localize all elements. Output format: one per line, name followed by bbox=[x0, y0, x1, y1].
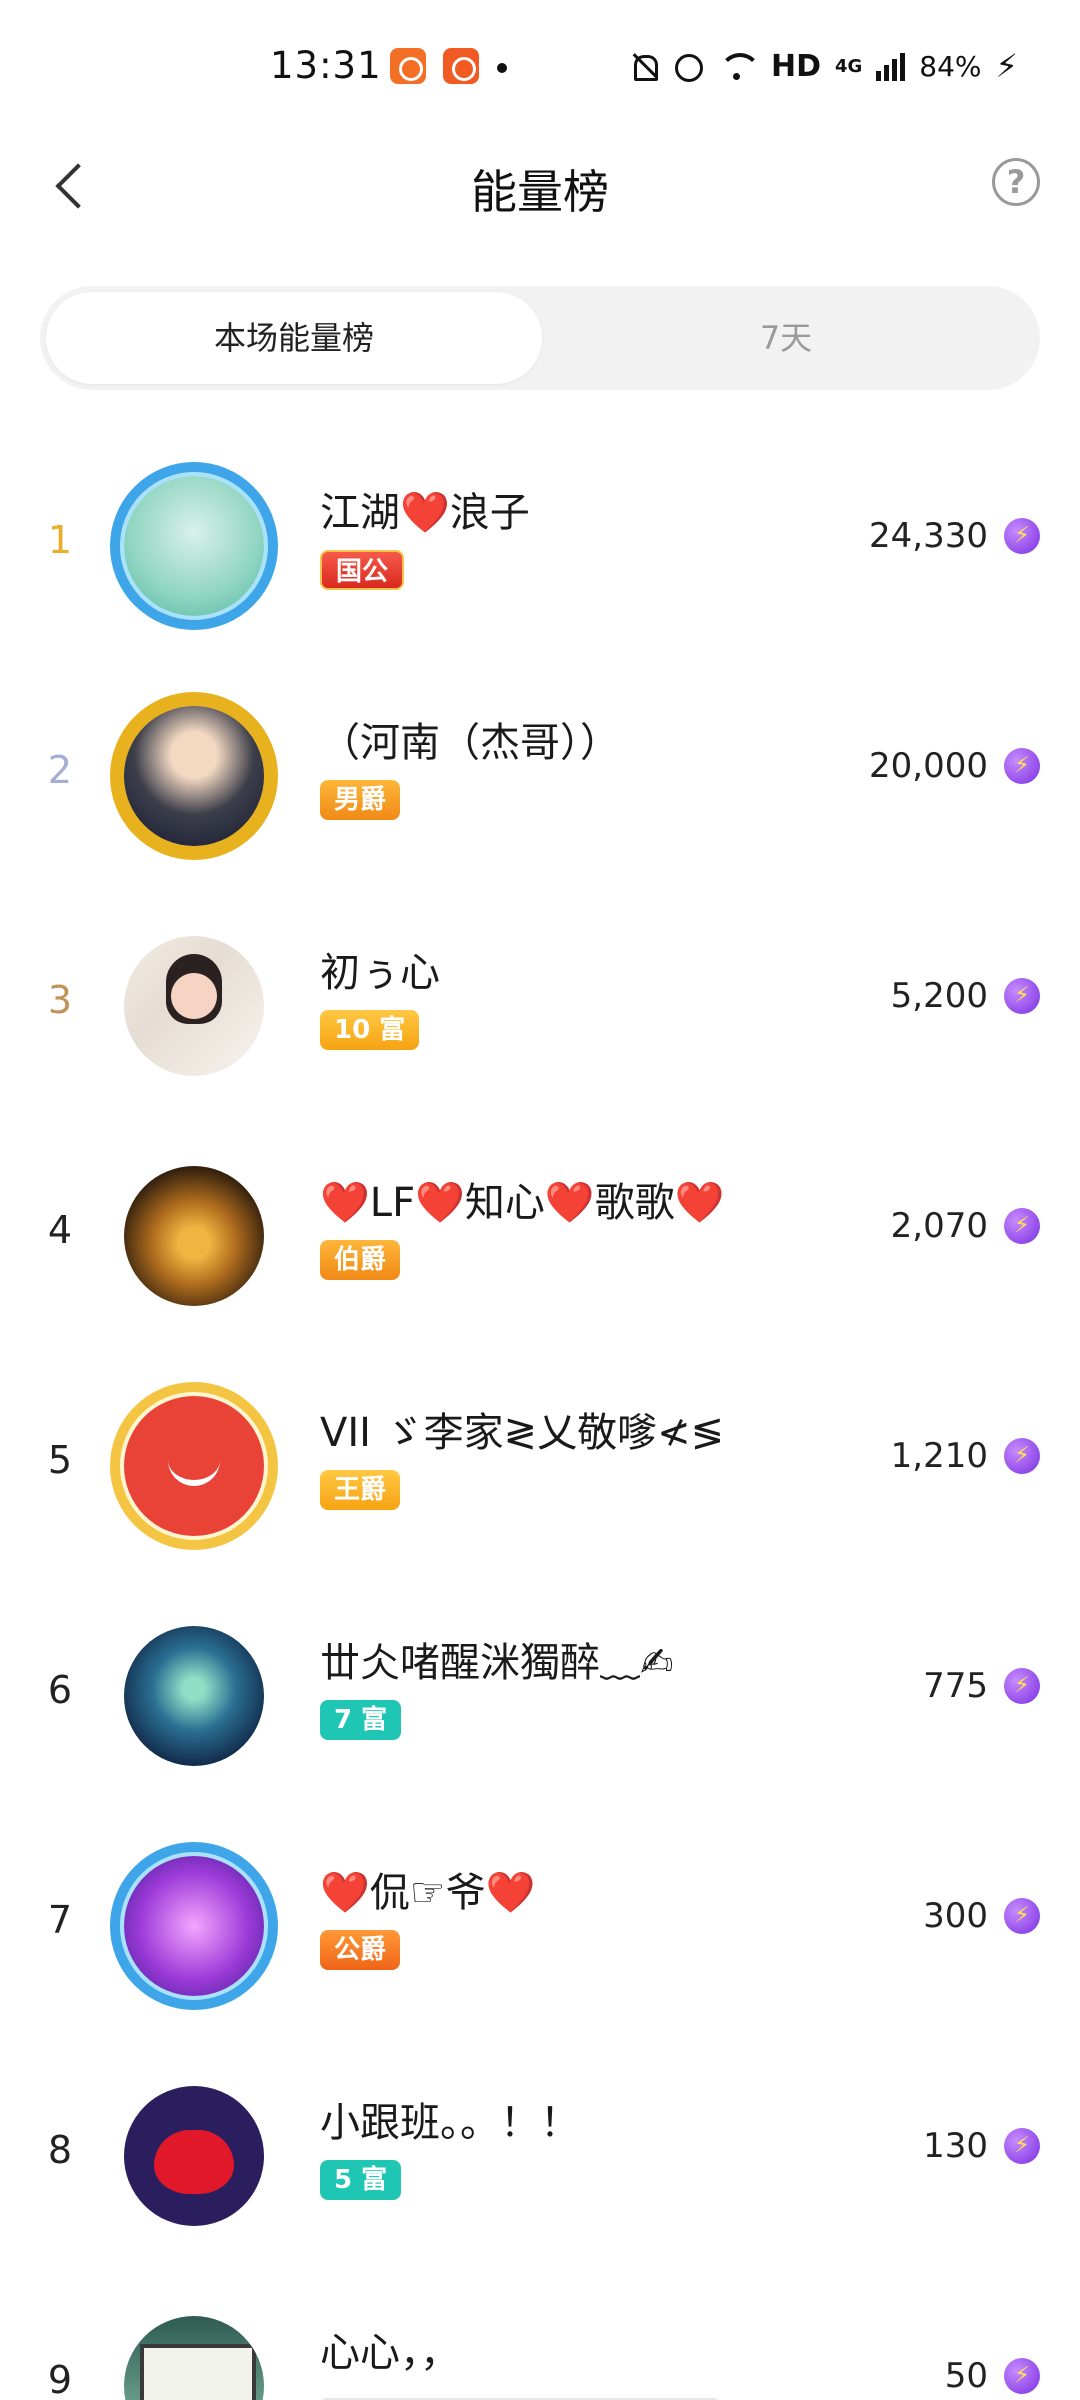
rank-number: 2 bbox=[47, 748, 73, 792]
tab-7-days[interactable]: 7天 bbox=[538, 292, 1034, 384]
charging-icon: ⚡ bbox=[995, 47, 1018, 85]
avatar[interactable] bbox=[124, 476, 264, 616]
status-bar: 13:31 HD 4G 84% ⚡ bbox=[0, 0, 1080, 130]
rank-badge: 伯爵 bbox=[320, 1240, 401, 1280]
wealth-level-badge: 5 富 bbox=[320, 2160, 402, 2200]
avatar[interactable] bbox=[124, 936, 264, 1076]
rank-number: 4 bbox=[47, 1208, 73, 1252]
avatar[interactable] bbox=[124, 1396, 264, 1536]
energy-score: 300 bbox=[923, 1896, 988, 1936]
alarm-icon bbox=[673, 51, 703, 82]
lightning-energy-icon bbox=[1004, 2358, 1040, 2394]
energy-score: 24,330 bbox=[869, 516, 988, 556]
tab-current-session[interactable]: 本场能量榜 bbox=[46, 292, 542, 384]
list-item[interactable]: 1 江湖❤️浪子 国公 24,330 bbox=[0, 430, 1080, 660]
rank-number: 6 bbox=[47, 1668, 73, 1712]
user-name: 江湖❤️浪子 bbox=[320, 490, 530, 536]
list-item[interactable]: 8 小跟班。。！！ 5 富 130 bbox=[0, 2040, 1080, 2270]
network-type: 4G bbox=[834, 55, 863, 77]
more-notifications-dot-icon bbox=[497, 63, 507, 73]
list-item[interactable]: 5 VII ゞ李家≷乂敬嗲≮≶ 王爵 1,210 bbox=[0, 1350, 1080, 1580]
tab-bar: 本场能量榜 7天 bbox=[40, 286, 1040, 390]
avatar[interactable] bbox=[124, 1856, 264, 1996]
list-item[interactable]: 4 ❤️LF❤️知心❤️歌歌❤️ 伯爵 2,070 bbox=[0, 1120, 1080, 1350]
hd-indicator: HD bbox=[770, 48, 821, 84]
energy-score: 5,200 bbox=[890, 976, 988, 1016]
lightning-energy-icon bbox=[1004, 978, 1040, 1014]
list-item[interactable]: 9 心心，， 50 bbox=[0, 2270, 1080, 2400]
app-notification-icon bbox=[390, 48, 426, 84]
user-name: ❤️侃☞爷❤️ bbox=[320, 1870, 536, 1916]
lightning-energy-icon bbox=[1004, 518, 1040, 554]
rank-badge: 国公 bbox=[320, 550, 405, 590]
wifi-icon bbox=[717, 51, 761, 81]
rank-number: 8 bbox=[47, 2128, 73, 2172]
rank-number: 9 bbox=[47, 2358, 73, 2400]
header: 能量榜 ? bbox=[0, 130, 1080, 240]
page-title: 能量榜 bbox=[471, 165, 609, 219]
avatar[interactable] bbox=[124, 1626, 264, 1766]
rank-badge: 公爵 bbox=[320, 1930, 401, 1970]
energy-score: 1,210 bbox=[890, 1436, 988, 1476]
avatar[interactable] bbox=[124, 1166, 264, 1306]
list-item[interactable]: 7 ❤️侃☞爷❤️ 公爵 300 bbox=[0, 1810, 1080, 2040]
rank-badge: 王爵 bbox=[320, 1470, 401, 1510]
avatar[interactable] bbox=[124, 2086, 264, 2226]
status-time: 13:31 bbox=[270, 44, 382, 87]
rank-number: 7 bbox=[47, 1898, 73, 1942]
lightning-energy-icon bbox=[1004, 1898, 1040, 1934]
user-name: 初ぅ心 bbox=[320, 950, 440, 996]
lightning-energy-icon bbox=[1004, 1208, 1040, 1244]
lightning-energy-icon bbox=[1004, 1438, 1040, 1474]
avatar[interactable] bbox=[124, 2316, 264, 2400]
energy-score: 130 bbox=[923, 2126, 988, 2166]
rank-number: 3 bbox=[47, 978, 73, 1022]
list-item[interactable]: 2 （河南（杰哥）） 男爵 20,000 bbox=[0, 660, 1080, 890]
app-notification-icon bbox=[443, 48, 479, 84]
lightning-energy-icon bbox=[1004, 2128, 1040, 2164]
energy-score: 20,000 bbox=[869, 746, 988, 786]
lightning-energy-icon bbox=[1004, 748, 1040, 784]
lightning-energy-icon bbox=[1004, 1668, 1040, 1704]
list-item[interactable]: 6 丗仌啫醒洣獨醉﹏✍ 7 富 775 bbox=[0, 1580, 1080, 1810]
list-item[interactable]: 3 初ぅ心 10 富 5,200 bbox=[0, 890, 1080, 1120]
question-circle-icon[interactable]: ? bbox=[992, 158, 1040, 206]
wealth-level-badge: 10 富 bbox=[320, 1010, 420, 1050]
user-name: VII ゞ李家≷乂敬嗲≮≶ bbox=[320, 1410, 725, 1456]
avatar[interactable] bbox=[124, 706, 264, 846]
energy-score: 50 bbox=[944, 2356, 988, 2396]
mute-bell-icon bbox=[629, 51, 659, 81]
rank-number: 5 bbox=[47, 1438, 73, 1482]
user-name: 小跟班。。！！ bbox=[320, 2100, 580, 2146]
energy-score: 2,070 bbox=[890, 1206, 988, 1246]
battery-level: 84% bbox=[919, 49, 982, 83]
status-indicators: HD 4G 84% ⚡ bbox=[629, 46, 1018, 86]
user-name: 心心，， bbox=[320, 2330, 460, 2376]
wealth-level-badge: 7 富 bbox=[320, 1700, 402, 1740]
signal-icon bbox=[876, 51, 906, 81]
user-name: 丗仌啫醒洣獨醉﹏✍ bbox=[320, 1640, 674, 1686]
rank-badge: 男爵 bbox=[320, 780, 401, 820]
user-name: ❤️LF❤️知心❤️歌歌❤️ bbox=[320, 1180, 725, 1226]
user-name: （河南（杰哥）） bbox=[320, 720, 620, 766]
rank-number: 1 bbox=[47, 518, 73, 562]
energy-score: 775 bbox=[923, 1666, 988, 1706]
